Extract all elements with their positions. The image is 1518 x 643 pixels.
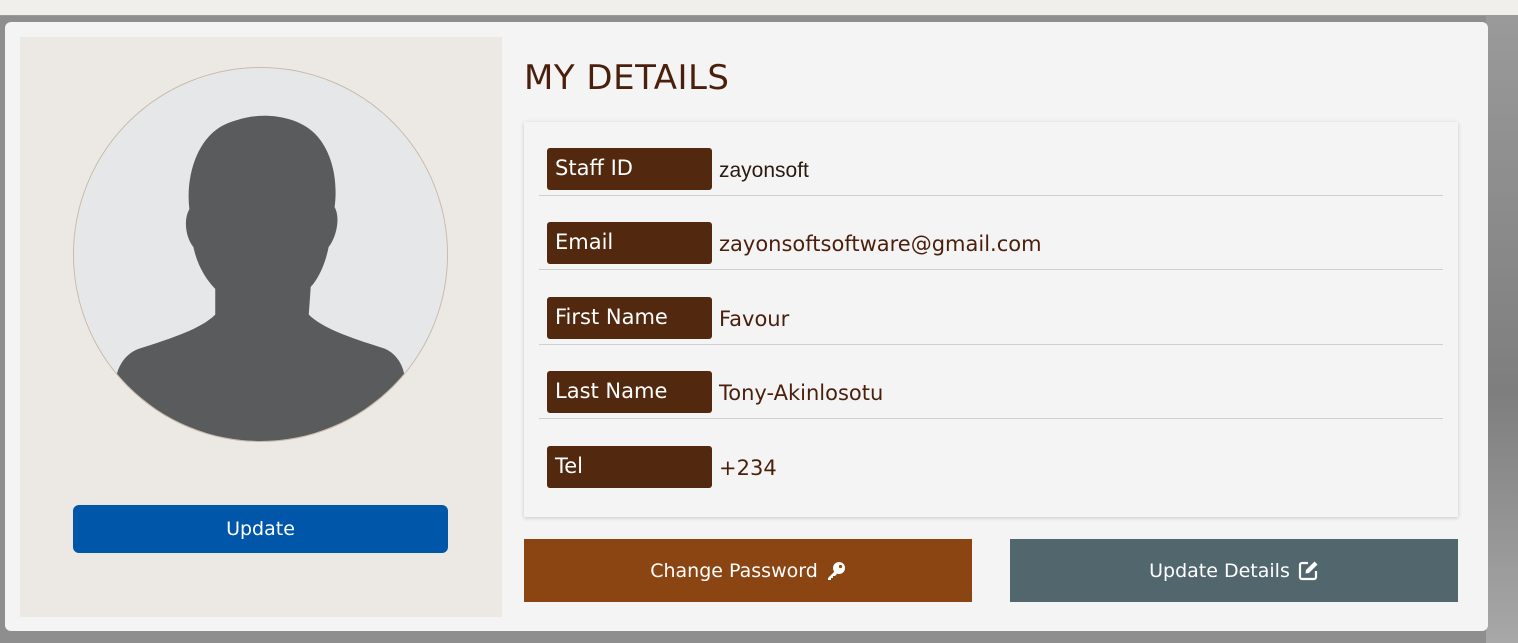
- avatar-panel: Update: [20, 37, 502, 617]
- profile-card: Update MY DETAILS Staff ID zayonsoft Ema…: [5, 22, 1488, 631]
- update-details-label: Update Details: [1149, 559, 1290, 582]
- detail-row-staff-id: Staff ID zayonsoft: [539, 122, 1443, 196]
- detail-row-tel: Tel +234: [539, 420, 1443, 494]
- staff-id-value: zayonsoft: [719, 159, 809, 182]
- email-value: zayonsoftsoftware@gmail.com: [719, 232, 1042, 256]
- detail-row-email: Email zayonsoftsoftware@gmail.com: [539, 196, 1443, 270]
- first-name-value: Favour: [719, 307, 790, 331]
- email-label: Email: [547, 222, 712, 264]
- avatar: [73, 67, 448, 442]
- details-list: Staff ID zayonsoft Email zayonsoftsoftwa…: [524, 122, 1458, 517]
- last-name-label: Last Name: [547, 371, 712, 413]
- tel-value: +234: [719, 456, 777, 480]
- last-name-value: Tony-Akinlosotu: [719, 381, 884, 405]
- background-edge: [1486, 16, 1518, 643]
- update-details-button[interactable]: Update Details: [1010, 539, 1458, 602]
- change-password-button[interactable]: Change Password: [524, 539, 972, 602]
- page-title: MY DETAILS: [524, 58, 730, 98]
- detail-row-last-name: Last Name Tony-Akinlosotu: [539, 345, 1443, 419]
- first-name-label: First Name: [547, 297, 712, 339]
- change-password-label: Change Password: [650, 559, 818, 582]
- detail-row-first-name: First Name Favour: [539, 271, 1443, 345]
- tel-label: Tel: [547, 446, 712, 488]
- key-icon: [826, 561, 846, 581]
- edit-icon: [1298, 560, 1319, 581]
- update-photo-button[interactable]: Update: [73, 505, 448, 553]
- staff-id-label: Staff ID: [547, 148, 712, 190]
- person-silhouette-icon: [74, 68, 447, 441]
- top-strip: [0, 0, 1518, 16]
